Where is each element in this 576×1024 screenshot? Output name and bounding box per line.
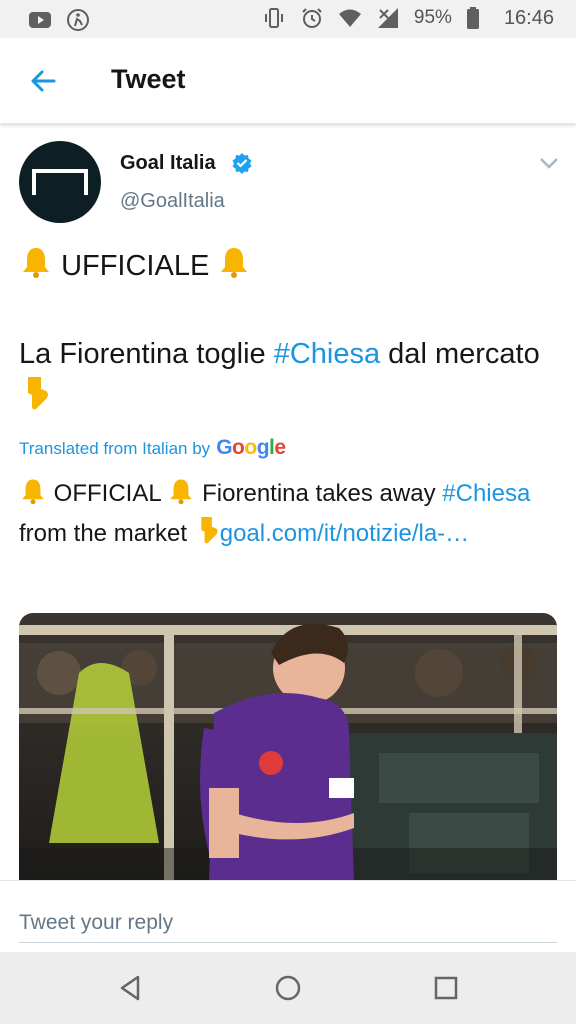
translated-label[interactable]: Translated from Italian by Google (19, 436, 286, 460)
chevron-down-icon[interactable] (538, 155, 560, 171)
translation-part: Fiorentina takes away (195, 480, 443, 507)
status-bar: 95% 16:46 (0, 0, 576, 38)
tweet-media-image[interactable] (19, 613, 557, 883)
author-name[interactable]: Goal Italia (120, 152, 216, 175)
app-bar: Tweet (0, 38, 576, 124)
back-nav-icon[interactable] (114, 972, 146, 1004)
bell-icon (217, 245, 251, 291)
bell-icon (19, 245, 53, 291)
tweet-line-1: UFFICIALE (19, 245, 559, 291)
author-handle[interactable]: @GoalItalia (120, 190, 225, 213)
google-logo: Google (216, 436, 286, 459)
home-nav-icon[interactable] (272, 972, 304, 1004)
tweet-text-part: La Fiorentina toglie (19, 338, 274, 370)
signal-icon (376, 6, 400, 30)
bell-icon (19, 477, 47, 515)
hashtag-link[interactable]: #Chiesa (274, 338, 380, 370)
tweet-text: UFFICIALE La Fiorentina toglie #Chiesa d… (19, 245, 559, 423)
external-link[interactable]: goal.com/it/notizie/la-… (220, 520, 469, 547)
pointing-down-icon (194, 515, 220, 555)
translated-text: Translated from Italian by (19, 439, 211, 458)
bell-icon (167, 477, 195, 515)
translation-part: OFFICIAL (47, 480, 168, 507)
wifi-icon (338, 6, 362, 30)
verified-badge-icon (231, 152, 253, 174)
pointing-down-icon (19, 375, 51, 423)
back-arrow-icon[interactable] (26, 64, 60, 98)
hashtag-link[interactable]: #Chiesa (442, 480, 530, 507)
translation-part: from the market (19, 520, 194, 547)
page-title: Tweet (111, 64, 186, 94)
goal-logo-icon (32, 169, 88, 195)
clock: 16:46 (503, 6, 554, 29)
tweet-line-2: La Fiorentina toglie #Chiesa dal mercato (19, 333, 559, 423)
vibrate-icon (262, 6, 286, 30)
reply-input[interactable] (19, 903, 557, 943)
avatar[interactable] (19, 141, 101, 223)
recents-nav-icon[interactable] (430, 972, 462, 1004)
battery-percent: 95% (413, 7, 452, 28)
navigation-bar (0, 952, 576, 1024)
battery-icon (466, 6, 490, 30)
translation-text: OFFICIAL Fiorentina takes away #Chiesa f… (19, 476, 559, 555)
youtube-icon (28, 8, 52, 32)
tweet-text-part: dal mercato (380, 338, 540, 370)
alarm-icon (300, 6, 324, 30)
tweet-headline: UFFICIALE (61, 250, 210, 282)
accessibility-icon (66, 8, 90, 32)
